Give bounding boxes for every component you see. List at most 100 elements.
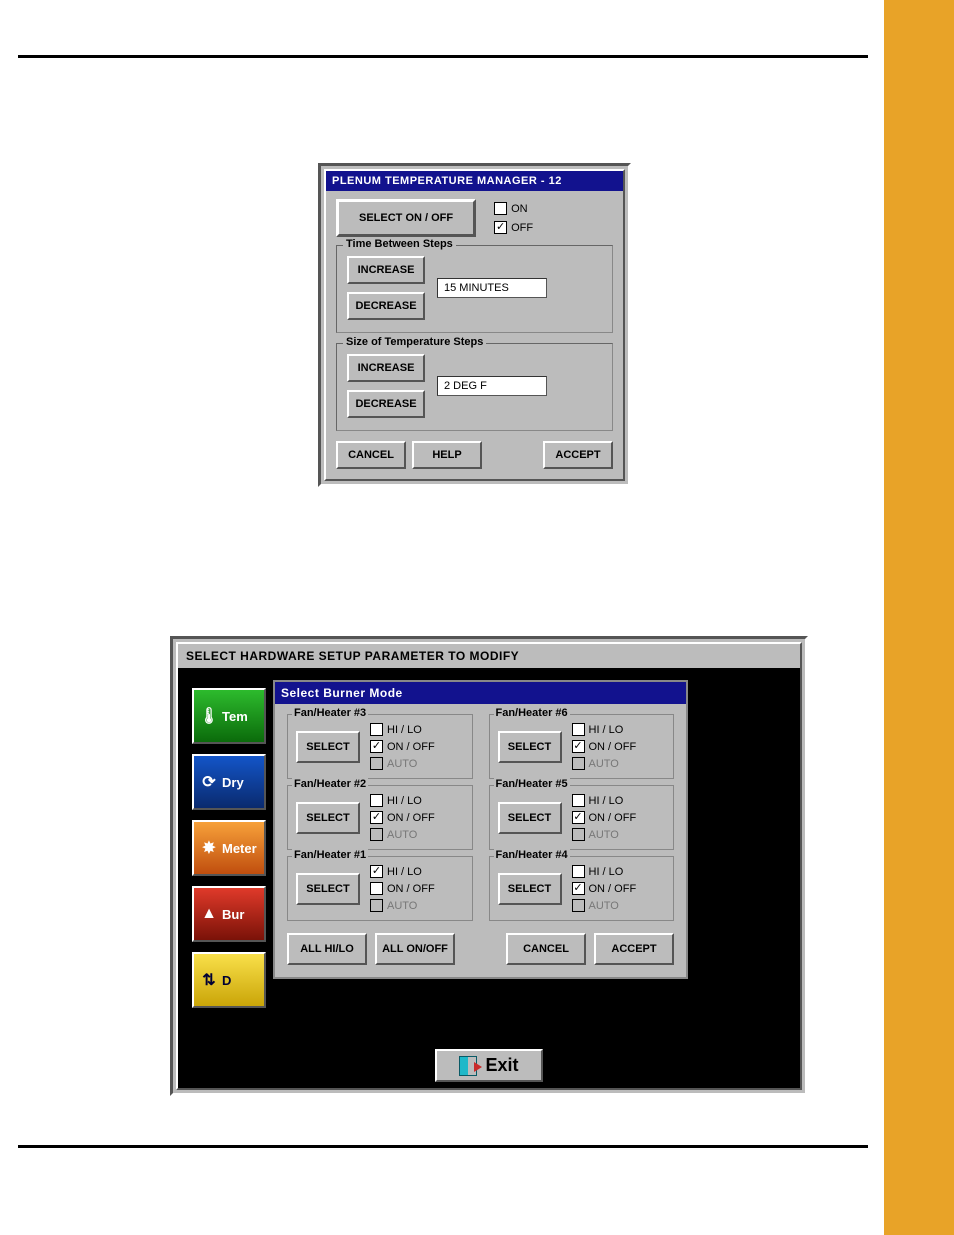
all-onoff-button[interactable]: ALL ON/OFF — [375, 933, 455, 965]
fan-heater-select-button[interactable]: SELECT — [498, 731, 562, 763]
sidebar-label: Bur — [222, 907, 244, 922]
onoff-label: ON / OFF — [589, 883, 637, 895]
hilo-label: HI / LO — [387, 724, 422, 736]
plenum-cancel-button[interactable]: CANCEL — [336, 441, 406, 469]
burner-cancel-button[interactable]: CANCEL — [506, 933, 586, 965]
off-checkbox[interactable]: ✓ — [494, 221, 507, 234]
hilo-option[interactable]: ✓ HI / LO — [370, 865, 435, 878]
hilo-checkbox[interactable] — [572, 723, 585, 736]
auto-option: AUTO — [370, 828, 435, 841]
onoff-label: ON / OFF — [387, 883, 435, 895]
sidebar-temperatures-button[interactable]: 🌡 Tem — [192, 688, 266, 744]
select-onoff-button[interactable]: SELECT ON / OFF — [336, 199, 476, 237]
fan-heater-legend: Fan/Heater #6 — [494, 707, 570, 719]
time-between-steps-group: Time Between Steps INCREASE DECREASE 15 … — [336, 245, 613, 333]
onoff-checkbox[interactable]: ✓ — [370, 740, 383, 753]
hilo-checkbox[interactable] — [370, 794, 383, 807]
size-increase-button[interactable]: INCREASE — [347, 354, 425, 382]
on-checkbox-row[interactable]: ON — [494, 202, 533, 215]
onoff-label: ON / OFF — [387, 812, 435, 824]
onoff-checkbox[interactable] — [370, 882, 383, 895]
fan-heater-select-button[interactable]: SELECT — [296, 802, 360, 834]
hilo-checkbox[interactable] — [572, 794, 585, 807]
hilo-option[interactable]: HI / LO — [572, 865, 637, 878]
size-legend: Size of Temperature Steps — [343, 336, 486, 348]
fan-heater-select-button[interactable]: SELECT — [296, 731, 360, 763]
fan-heater-select-button[interactable]: SELECT — [296, 873, 360, 905]
hilo-option[interactable]: HI / LO — [572, 723, 637, 736]
sidebar-meter-button[interactable]: ✸ Meter — [192, 820, 266, 876]
onoff-option[interactable]: ✓ ON / OFF — [572, 882, 637, 895]
hilo-label: HI / LO — [589, 866, 624, 878]
sidebar-label: Tem — [222, 709, 248, 724]
hardware-sidebar: 🌡 Tem ⟳ Dry ✸ Meter ▲ Bur ⇅ D — [192, 688, 266, 1008]
auto-checkbox — [572, 828, 585, 841]
thermometer-icon: 🌡 — [200, 701, 218, 731]
burner-accept-button[interactable]: ACCEPT — [594, 933, 674, 965]
onoff-checkbox[interactable]: ✓ — [572, 811, 585, 824]
sidebar-discharge-button[interactable]: ⇅ D — [192, 952, 266, 1008]
plenum-help-button[interactable]: HELP — [412, 441, 482, 469]
on-label: ON — [511, 203, 528, 215]
auto-checkbox — [572, 899, 585, 912]
hilo-checkbox[interactable] — [370, 723, 383, 736]
divider-bottom — [18, 1145, 868, 1148]
time-legend: Time Between Steps — [343, 238, 456, 250]
all-hilo-button[interactable]: ALL HI/LO — [287, 933, 367, 965]
exit-button[interactable]: Exit — [435, 1049, 542, 1082]
time-increase-button[interactable]: INCREASE — [347, 256, 425, 284]
sidebar-label: Meter — [222, 841, 257, 856]
time-value-field: 15 MINUTES — [437, 278, 547, 298]
exit-door-icon — [459, 1056, 477, 1076]
auto-label: AUTO — [589, 829, 619, 841]
hilo-checkbox[interactable]: ✓ — [370, 865, 383, 878]
fan-heater-select-button[interactable]: SELECT — [498, 873, 562, 905]
auto-option: AUTO — [572, 828, 637, 841]
auto-checkbox — [370, 899, 383, 912]
hilo-label: HI / LO — [387, 795, 422, 807]
onoff-checkbox[interactable]: ✓ — [572, 882, 585, 895]
onoff-checkbox[interactable]: ✓ — [572, 740, 585, 753]
time-decrease-button[interactable]: DECREASE — [347, 292, 425, 320]
onoff-option[interactable]: ON / OFF — [370, 882, 435, 895]
fan-heater-legend: Fan/Heater #3 — [292, 707, 368, 719]
auto-label: AUTO — [589, 758, 619, 770]
page-accent-bar — [884, 0, 954, 1235]
hilo-option[interactable]: HI / LO — [572, 794, 637, 807]
fan-heater-legend: Fan/Heater #4 — [494, 849, 570, 861]
divider-top — [18, 55, 868, 58]
hilo-label: HI / LO — [589, 724, 624, 736]
fan-heater-select-button[interactable]: SELECT — [498, 802, 562, 834]
off-checkbox-row[interactable]: ✓ OFF — [494, 221, 533, 234]
size-value-field: 2 DEG F — [437, 376, 547, 396]
auto-label: AUTO — [387, 758, 417, 770]
sidebar-label: Dry — [222, 775, 244, 790]
hilo-option[interactable]: HI / LO — [370, 723, 435, 736]
auto-label: AUTO — [387, 829, 417, 841]
onoff-arrows-icon: ⇅ — [200, 965, 218, 995]
plenum-accept-button[interactable]: ACCEPT — [543, 441, 613, 469]
sidebar-burner-button[interactable]: ▲ Bur — [192, 886, 266, 942]
onoff-option[interactable]: ✓ON / OFF — [370, 740, 435, 753]
hilo-label: HI / LO — [589, 795, 624, 807]
onoff-checkbox[interactable]: ✓ — [370, 811, 383, 824]
gear-icon: ✸ — [200, 833, 218, 863]
sidebar-dry-button[interactable]: ⟳ Dry — [192, 754, 266, 810]
size-decrease-button[interactable]: DECREASE — [347, 390, 425, 418]
size-of-temp-steps-group: Size of Temperature Steps INCREASE DECRE… — [336, 343, 613, 431]
onoff-option[interactable]: ✓ ON / OFF — [370, 811, 435, 824]
hilo-label: HI / LO — [387, 866, 422, 878]
auto-option: AUTO — [370, 899, 435, 912]
onoff-option[interactable]: ✓ ON / OFF — [572, 740, 637, 753]
onoff-option[interactable]: ✓ON / OFF — [572, 811, 637, 824]
plenum-titlebar: PLENUM TEMPERATURE MANAGER - 12 — [326, 171, 623, 191]
auto-option: AUTO — [572, 757, 637, 770]
fan-heater-group: Fan/Heater #4SELECTHI / LO✓ON / OFFAUTO — [489, 856, 675, 921]
auto-checkbox — [370, 757, 383, 770]
hilo-option[interactable]: HI / LO — [370, 794, 435, 807]
fan-heater-legend: Fan/Heater #2 — [292, 778, 368, 790]
onoff-label: ON / OFF — [589, 741, 637, 753]
on-checkbox[interactable] — [494, 202, 507, 215]
hilo-checkbox[interactable] — [572, 865, 585, 878]
fan-heater-group: Fan/Heater #1SELECT✓HI / LOON / OFFAUTO — [287, 856, 473, 921]
